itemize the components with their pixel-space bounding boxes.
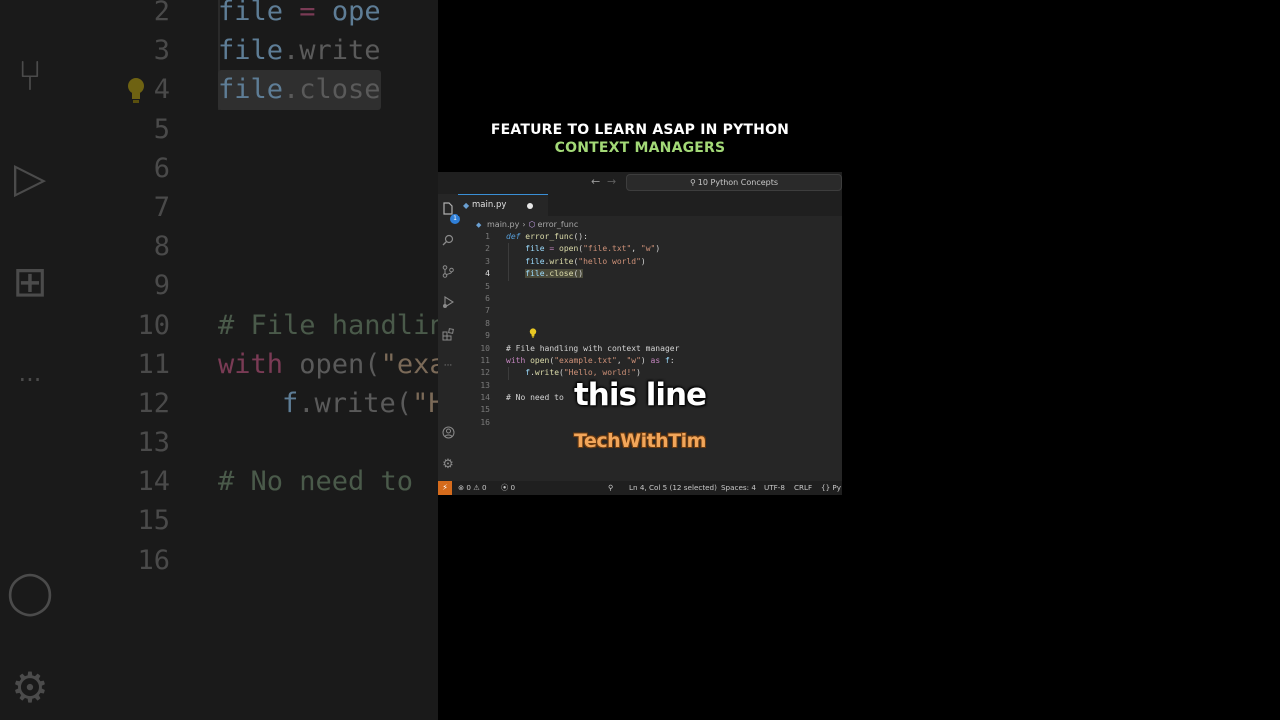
source-control-icon: ⑂ — [17, 51, 43, 100]
search-icon[interactable] — [440, 234, 456, 250]
run-debug-icon[interactable] — [440, 296, 456, 312]
background-activity-icons: ⑂ ▷ ⊞ ··· ◯ ⚙ — [0, 0, 80, 720]
background-code-line: 11 with open("exa — [137, 348, 446, 380]
zoom-icon[interactable]: ⚲ — [608, 481, 613, 495]
background-code-lines: 2 file = ope 3 file.write 4 file.close 5 6 … — [100, 0, 446, 580]
video-frame: FEATURE TO LEARN ASAP IN PYTHON CONTEXT … — [438, 0, 842, 720]
background-code-line: 9 — [153, 270, 170, 302]
error-icon: ⊗ — [458, 483, 465, 492]
headline: FEATURE TO LEARN ASAP IN PYTHON CONTEXT … — [438, 121, 842, 157]
more-icon: ··· — [18, 366, 42, 394]
line-ending-setting[interactable]: CRLF — [794, 481, 812, 495]
background-code-line: 8 — [153, 231, 170, 263]
unsaved-dot-icon[interactable] — [527, 203, 533, 209]
remote-indicator-icon[interactable]: ⚡ — [438, 481, 452, 495]
background-code-line: 2 file = ope — [153, 0, 381, 27]
code-line: 10 # File handling with context manager — [480, 343, 680, 353]
code-line: 16 — [480, 417, 490, 427]
code-line: 8 — [485, 318, 490, 328]
breadcrumb-symbol[interactable]: error_func — [538, 220, 579, 229]
background-code-line: 4 file.close — [100, 70, 440, 110]
back-arrow-icon[interactable]: ← — [591, 175, 600, 188]
more-icon[interactable]: ··· — [440, 358, 456, 374]
code-line: 7 — [485, 306, 490, 316]
breadcrumb-file[interactable]: main.py — [487, 220, 519, 229]
account-icon: ◯ — [6, 567, 54, 616]
broadcast-icon: ⦿ — [501, 483, 509, 492]
problems-status[interactable]: ⊗ 0 ⚠ 0 — [458, 481, 487, 495]
background-code-line: 14 # No need to — [137, 466, 414, 498]
python-file-icon: ◆ — [476, 221, 482, 229]
background-code-line: 16 — [137, 544, 170, 576]
channel-watermark: TechWithTim — [574, 430, 706, 452]
background-code-line: 7 — [153, 191, 170, 223]
explorer-icon[interactable]: 1 — [440, 202, 460, 224]
lightbulb-quick-fix-icon[interactable] — [529, 328, 537, 338]
indentation-setting[interactable]: Spaces: 4 — [721, 481, 756, 495]
function-symbol-icon: ⬡ — [528, 220, 536, 229]
background-code-line: 6 — [153, 152, 170, 184]
settings-gear-icon[interactable]: ⚙ — [440, 457, 456, 473]
code-line: 2 file = open("file.txt", "w") — [485, 244, 661, 254]
background-code-line: 10 # File handlin — [137, 309, 446, 341]
code-line: 1 def error_func(): — [485, 232, 588, 241]
extensions-icon[interactable] — [440, 328, 456, 344]
headline-line-1: FEATURE TO LEARN ASAP IN PYTHON — [490, 122, 790, 138]
title-bar: ← → ⚲ 10 Python Concepts — [438, 172, 842, 194]
code-line: 5 — [485, 281, 490, 291]
background-code-line: 12 f.write("H — [137, 387, 445, 419]
editor-tab-strip: ◆ main.py — [458, 194, 842, 216]
search-label: 10 Python Concepts — [697, 178, 779, 187]
warning-icon: ⚠ — [473, 483, 480, 492]
video-caption: this line — [573, 377, 707, 413]
breadcrumb: ◆ main.py › ⬡ error_func — [458, 218, 842, 232]
ports-status[interactable]: ⦿ 0 — [501, 481, 515, 495]
tab-main-py[interactable]: ◆ main.py — [458, 194, 548, 216]
language-mode[interactable]: {} Py — [821, 481, 841, 495]
encoding-setting[interactable]: UTF-8 — [764, 481, 785, 495]
status-bar: ⚡ ⊗ 0 ⚠ 0 ⦿ 0 ⚲ Ln 4, Col 5 (12 selected… — [438, 481, 842, 495]
command-center-search[interactable]: ⚲ 10 Python Concepts — [626, 174, 842, 191]
source-control-icon[interactable] — [440, 265, 456, 281]
forward-arrow-icon[interactable]: → — [607, 175, 616, 188]
code-line-active: 4 file.close() — [485, 269, 584, 279]
search-icon: ⚲ — [689, 178, 696, 187]
run-debug-icon: ▷ — [13, 153, 47, 202]
tab-label: main.py — [472, 200, 507, 210]
background-code-line: 13 — [137, 427, 170, 459]
code-line: 3 file.write("hello world") — [485, 256, 646, 266]
extensions-icon: ⊞ — [12, 257, 48, 306]
code-line: 11 with open("example.txt", "w") as f: — [480, 355, 675, 365]
python-file-icon: ◆ — [463, 201, 470, 210]
settings-gear-icon: ⚙ — [11, 663, 49, 712]
code-line: 9 — [485, 331, 490, 341]
background-code-line: 15 — [137, 505, 170, 537]
background-right-panel — [842, 0, 1280, 720]
cursor-position[interactable]: Ln 4, Col 5 (12 selected) — [629, 481, 717, 495]
headline-line-2: CONTEXT MANAGERS — [554, 140, 726, 156]
code-line: 6 — [485, 293, 490, 303]
chevron-right-icon: › — [522, 220, 526, 229]
background-code-line: 5 — [153, 113, 170, 145]
background-code-line: 3 file.write — [153, 35, 381, 67]
